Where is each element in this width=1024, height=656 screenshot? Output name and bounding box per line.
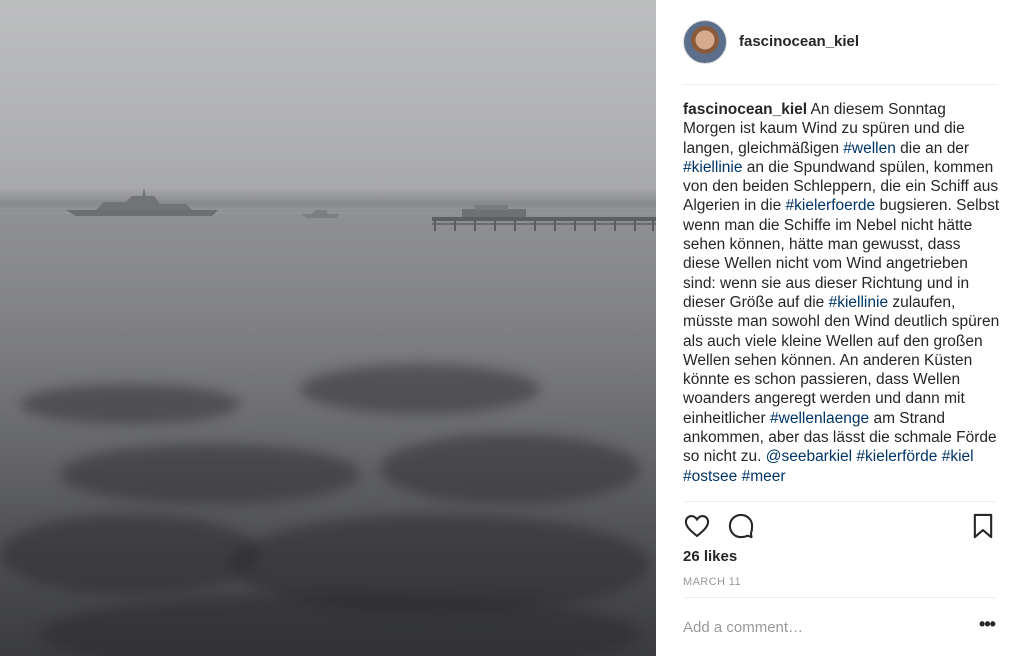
pier-silhouette: [432, 205, 656, 231]
caption-hashtag[interactable]: #kiellinie: [683, 159, 742, 176]
avatar[interactable]: [683, 20, 727, 64]
likes-count[interactable]: 26 likes: [683, 548, 737, 565]
caption-hashtag[interactable]: #kiellinie: [829, 294, 888, 311]
caption-hashtag[interactable]: #kielerförde: [856, 448, 937, 465]
header-divider: [683, 84, 997, 85]
caption-hashtag[interactable]: #wellenlaenge: [770, 410, 869, 427]
post-header: fascinocean_kiel: [657, 0, 1024, 84]
post-username[interactable]: fascinocean_kiel: [739, 33, 859, 50]
post-actions: [683, 512, 997, 542]
bookmark-icon[interactable]: [969, 512, 997, 540]
caption-username[interactable]: fascinocean_kiel: [683, 101, 807, 118]
warship-silhouette: [66, 188, 218, 216]
caption-text: zulaufen, müsste man sowohl den Wind deu…: [683, 293, 1000, 427]
caption-hashtag[interactable]: #kielerfoerde: [786, 197, 876, 214]
post-date[interactable]: MARCH 11: [683, 576, 741, 588]
caption-hashtag[interactable]: #wellen: [843, 140, 896, 157]
caption-hashtag[interactable]: #kiel: [942, 448, 974, 465]
post-caption: fascinocean_kiel An diesem Sonntag Morge…: [683, 100, 1001, 500]
ellipsis-icon[interactable]: •••: [975, 615, 999, 636]
caption-hashtag[interactable]: #meer: [742, 468, 786, 485]
post-photo[interactable]: [0, 0, 656, 656]
comment-bubble-icon[interactable]: [727, 512, 755, 540]
small-boat-silhouette: [302, 210, 340, 218]
caption-mention[interactable]: @seebarkiel: [766, 448, 852, 465]
post-sidebar: fascinocean_kiel fascinocean_kiel An die…: [657, 0, 1024, 656]
comment-input[interactable]: [683, 610, 953, 644]
caption-text: die an der: [895, 139, 970, 157]
caption-divider: [683, 501, 997, 502]
caption-hashtag[interactable]: #ostsee: [683, 468, 737, 485]
photo-fog: [0, 0, 656, 210]
heart-icon[interactable]: [683, 512, 711, 540]
comment-divider: [683, 597, 997, 598]
photo-water: [0, 214, 656, 656]
